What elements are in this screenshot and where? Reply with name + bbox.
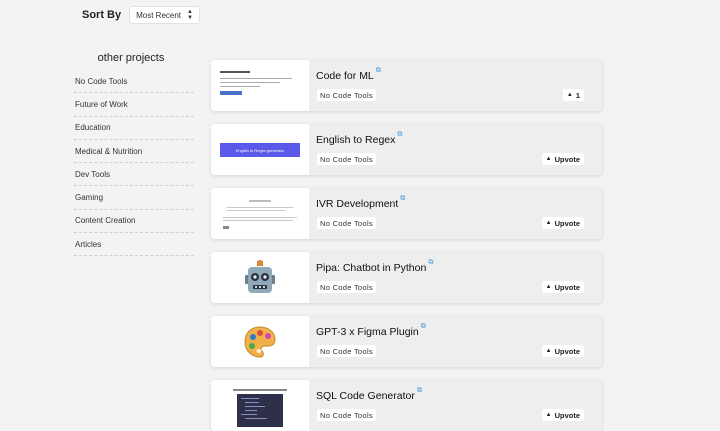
document-screenshot-button xyxy=(223,226,229,229)
project-title-text: Code for ML xyxy=(316,70,374,82)
code-line xyxy=(245,418,267,419)
project-title[interactable]: GPT-3 x Figma Plugin ⧉ xyxy=(316,323,426,338)
upvote-button[interactable]: ▲ Upvote xyxy=(541,217,584,229)
project-card-body: SQL Code Generator ⧉ No Code Tools ▲ Upv… xyxy=(309,380,602,431)
upvote-arrow-icon: ▲ xyxy=(545,284,552,290)
project-title-text: GPT-3 x Figma Plugin xyxy=(316,326,419,338)
project-title[interactable]: IVR Development ⧉ xyxy=(316,195,405,210)
document-screenshot-line xyxy=(223,220,293,221)
category-tag[interactable]: No Code Tools xyxy=(317,89,376,101)
sidebar-item-education[interactable]: Education xyxy=(74,117,194,140)
upvote-label: Upvote xyxy=(554,346,580,356)
project-card[interactable]: IVR Development ⧉ No Code Tools ▲ Upvote xyxy=(211,188,602,239)
project-card-body: Pipa: Chatbot in Python ⧉ No Code Tools … xyxy=(309,252,602,303)
document-screenshot-line xyxy=(227,207,293,208)
form-screenshot-line xyxy=(220,86,260,87)
document-screenshot-line xyxy=(223,217,297,218)
code-editor-screenshot xyxy=(237,394,283,427)
project-title-text: Pipa: Chatbot in Python xyxy=(316,262,427,274)
project-card[interactable]: GPT-3 x Figma Plugin ⧉ No Code Tools ▲ U… xyxy=(211,316,602,367)
project-title[interactable]: SQL Code Generator ⧉ xyxy=(316,387,422,402)
project-card-body: GPT-3 x Figma Plugin ⧉ No Code Tools ▲ U… xyxy=(309,316,602,367)
project-thumbnail xyxy=(211,188,309,239)
code-line xyxy=(245,406,265,407)
sort-select[interactable]: Most Recent ▲ ▼ xyxy=(129,6,200,24)
external-link-icon[interactable]: ⧉ xyxy=(400,195,405,202)
upvote-arrow-icon: ▲ xyxy=(545,348,552,354)
form-screenshot-line xyxy=(220,82,280,83)
sidebar: other projects No Code Tools Future of W… xyxy=(74,52,194,257)
category-tag[interactable]: No Code Tools xyxy=(317,153,376,165)
sidebar-title: other projects xyxy=(97,52,165,64)
project-thumbnail xyxy=(211,252,309,303)
upvote-label: Upvote xyxy=(554,410,580,420)
project-card[interactable]: Pipa: Chatbot in Python ⧉ No Code Tools … xyxy=(211,252,602,303)
sidebar-item-future-of-work[interactable]: Future of Work xyxy=(74,93,194,117)
code-line xyxy=(241,414,257,415)
document-screenshot-line xyxy=(227,210,285,211)
upvote-button[interactable]: ▲ Upvote xyxy=(541,345,584,357)
upvote-button[interactable]: ▲ Upvote xyxy=(541,153,584,165)
upvote-arrow-icon: ▲ xyxy=(545,220,552,226)
sort-bar: Sort By Most Recent ▲ ▼ xyxy=(82,6,200,24)
palette-icon xyxy=(244,325,276,358)
upvote-arrow-icon: ▲ xyxy=(545,412,552,418)
project-title[interactable]: Code for ML ⧉ xyxy=(316,67,381,82)
category-tag[interactable]: No Code Tools xyxy=(317,217,376,229)
external-link-icon[interactable]: ⧉ xyxy=(428,259,433,266)
project-card[interactable]: Code for ML ⧉ No Code Tools ▲ 1 xyxy=(211,60,602,111)
sidebar-item-medical-nutrition[interactable]: Medical & Nutrition xyxy=(74,140,194,164)
sort-select-value: Most Recent xyxy=(136,10,182,20)
project-title-text: English to Regex xyxy=(316,134,396,146)
sidebar-item-gaming[interactable]: Gaming xyxy=(74,186,194,210)
upvote-button[interactable]: ▲ Upvote xyxy=(541,409,584,421)
project-title-text: SQL Code Generator xyxy=(316,390,415,402)
code-line xyxy=(245,402,259,403)
sidebar-item-articles[interactable]: Articles xyxy=(74,233,194,257)
form-screenshot-title xyxy=(220,71,250,73)
project-title[interactable]: English to Regex ⧉ xyxy=(316,131,402,146)
document-screenshot-heading xyxy=(249,200,271,202)
chevron-up-down-icon: ▲ ▼ xyxy=(187,9,193,21)
code-editor-screenshot-header xyxy=(233,389,287,391)
external-link-icon[interactable]: ⧉ xyxy=(417,387,422,394)
upvote-label: Upvote xyxy=(554,218,580,228)
category-tag[interactable]: No Code Tools xyxy=(317,345,376,357)
category-tag[interactable]: No Code Tools xyxy=(317,409,376,421)
project-card[interactable]: SQL Code Generator ⧉ No Code Tools ▲ Upv… xyxy=(211,380,602,431)
form-screenshot-line xyxy=(220,78,292,79)
upvote-button[interactable]: ▲ 1 xyxy=(562,89,584,101)
project-thumbnail xyxy=(211,316,309,367)
form-screenshot-button xyxy=(220,91,242,95)
upvote-arrow-icon: ▲ xyxy=(545,156,552,162)
upvote-button[interactable]: ▲ Upvote xyxy=(541,281,584,293)
project-card-body: Code for ML ⧉ No Code Tools ▲ 1 xyxy=(309,60,602,111)
upvote-label: Upvote xyxy=(554,154,580,164)
project-thumbnail: English to Regex generator xyxy=(211,124,309,175)
sort-label: Sort By xyxy=(82,9,122,21)
project-list: Code for ML ⧉ No Code Tools ▲ 1 English … xyxy=(211,60,602,431)
external-link-icon[interactable]: ⧉ xyxy=(376,67,381,74)
project-title[interactable]: Pipa: Chatbot in Python ⧉ xyxy=(316,259,433,274)
upvote-arrow-icon: ▲ xyxy=(566,92,573,98)
category-tag[interactable]: No Code Tools xyxy=(317,281,376,293)
code-line xyxy=(245,410,257,411)
project-title-text: IVR Development xyxy=(316,198,399,210)
project-card-body: English to Regex ⧉ No Code Tools ▲ Upvot… xyxy=(309,124,602,175)
project-card-body: IVR Development ⧉ No Code Tools ▲ Upvote xyxy=(309,188,602,239)
project-card[interactable]: English to Regex generator English to Re… xyxy=(211,124,602,175)
project-thumbnail xyxy=(211,380,309,431)
code-line xyxy=(241,398,259,399)
upvote-label: 1 xyxy=(575,90,580,100)
sidebar-item-dev-tools[interactable]: Dev Tools xyxy=(74,163,194,187)
sidebar-item-content-creation[interactable]: Content Creation xyxy=(74,210,194,234)
external-link-icon[interactable]: ⧉ xyxy=(421,323,426,330)
external-link-icon[interactable]: ⧉ xyxy=(397,131,402,138)
project-thumbnail xyxy=(211,60,309,111)
regex-banner: English to Regex generator xyxy=(220,143,300,157)
robot-icon xyxy=(245,259,275,293)
upvote-label: Upvote xyxy=(554,282,580,292)
sidebar-item-no-code-tools[interactable]: No Code Tools xyxy=(74,70,194,94)
